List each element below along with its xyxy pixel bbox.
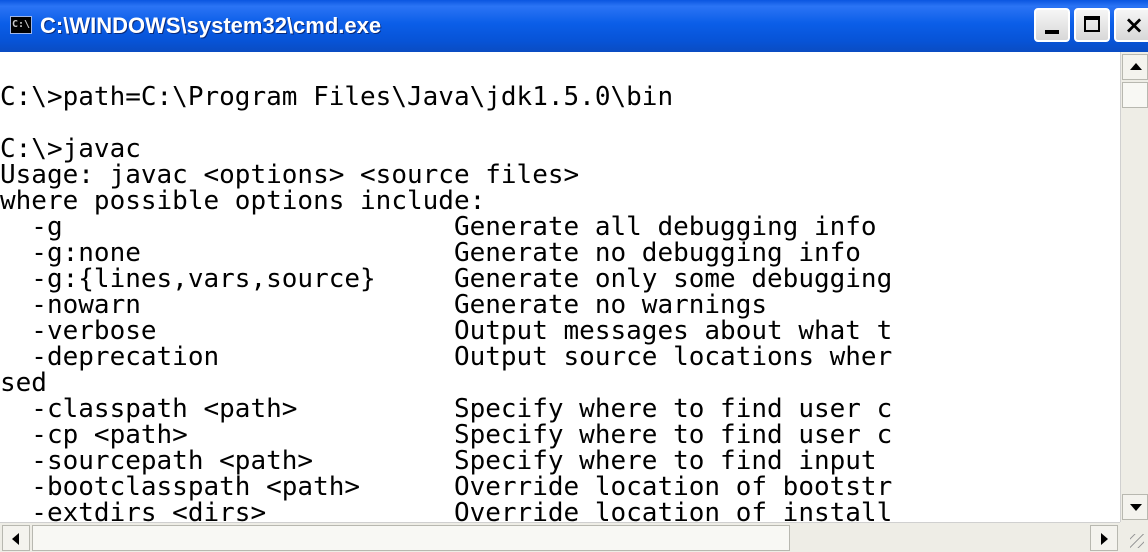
vertical-scroll-thumb[interactable] [1122,82,1148,108]
arrow-right-icon [1101,533,1108,545]
console-line: where possible options include: [0,186,486,216]
arrow-down-icon [1130,504,1142,511]
arrow-left-icon [12,533,19,545]
console-line: -verbose Output messages about what t [0,316,893,346]
minimize-button[interactable] [1034,8,1070,42]
cmd-icon[interactable]: C:\ [10,16,32,34]
resize-grip[interactable] [1120,522,1148,552]
close-icon: × [1124,11,1145,39]
console-line: -deprecation Output source locations whe… [0,342,893,372]
console-line: -extdirs <dirs> Override location of ins… [0,498,893,522]
console-line: -nowarn Generate no warnings [0,290,768,320]
console-line: -cp <path> Specify where to find user c [0,420,893,450]
console-line: -classpath <path> Specify where to find … [0,394,893,424]
console-line: -g:none Generate no debugging info [0,238,861,268]
horizontal-scroll-thumb[interactable] [32,525,790,551]
console-line: -bootclasspath <path> Override location … [0,472,893,502]
scroll-up-button[interactable] [1122,54,1148,80]
console-output[interactable]: C:\>path=C:\Program Files\Java\jdk1.5.0\… [0,52,1120,522]
scroll-down-button[interactable] [1122,494,1148,520]
console-line: -g Generate all debugging info [0,212,877,242]
arrow-up-icon [1130,63,1142,70]
console-line: C:\>path=C:\Program Files\Java\jdk1.5.0\… [0,82,674,112]
vertical-scrollbar[interactable] [1120,52,1148,522]
scroll-right-button[interactable] [1090,525,1118,551]
scroll-left-button[interactable] [2,525,30,551]
console-line: -g:{lines,vars,source} Generate only som… [0,264,893,294]
horizontal-scrollbar[interactable] [0,522,1120,552]
console-line: Usage: javac <options> <source files> [0,160,580,190]
console-line: -sourcepath <path> Specify where to find… [0,446,877,476]
close-button[interactable]: × [1114,8,1148,42]
window-title: C:\WINDOWS\system32\cmd.exe [40,13,382,38]
console-line: C:\>javac [0,134,141,164]
title-bar[interactable]: C:\ C:\WINDOWS\system32\cmd.exe × [0,0,1148,52]
maximize-button[interactable] [1074,8,1110,42]
console-line: sed [0,368,47,398]
